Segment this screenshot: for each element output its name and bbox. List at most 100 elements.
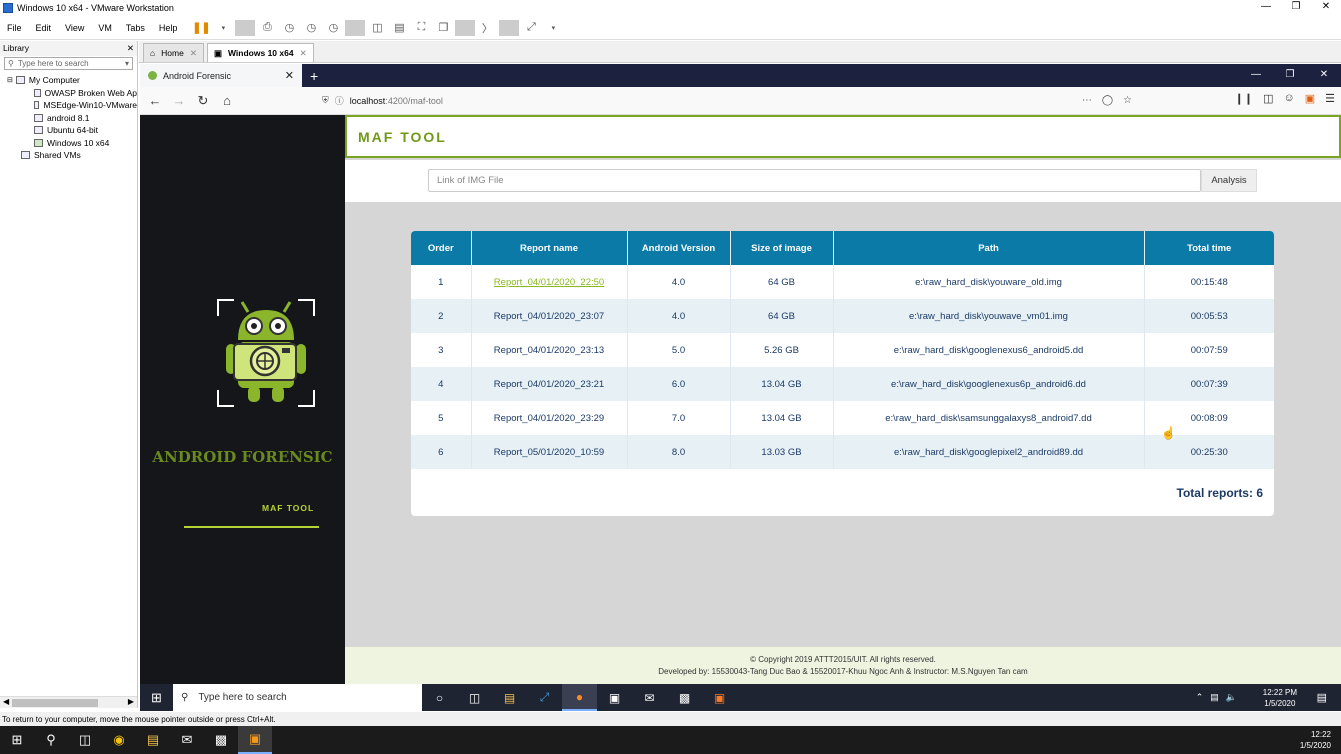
tree-item-my-computer[interactable]: ⊟ My Computer (0, 74, 137, 87)
back-icon[interactable]: ← (143, 93, 167, 108)
tree-item-vm[interactable]: android 8.1 (0, 112, 137, 125)
taskbar-search-box[interactable]: ⚲ Type here to search (173, 684, 422, 711)
task-view-icon[interactable]: ◫ (68, 726, 102, 754)
console-icon[interactable]: 〉 (477, 20, 497, 36)
library-view-icon[interactable]: ◫ (367, 20, 387, 36)
tree-item-vm[interactable]: Windows 10 x64 (0, 137, 137, 150)
notification-icon[interactable]: ▤ (1317, 691, 1327, 704)
revert-snapshot-icon[interactable]: ◷ (301, 20, 321, 36)
chrome-icon[interactable]: ◉ (102, 726, 136, 754)
cell-report-name[interactable]: Report_05/01/2020_10:59 (471, 435, 628, 469)
home-icon[interactable]: ⌂ (215, 93, 239, 108)
menu-icon[interactable]: ☰ (1325, 92, 1335, 105)
task-view-icon[interactable]: ◫ (457, 684, 492, 711)
library-scrollbar[interactable]: ◀ ▶ (0, 696, 137, 708)
table-row[interactable]: 4 Report_04/01/2020_23:21 6.0 13.04 GB e… (411, 367, 1274, 401)
cell-report-name[interactable]: Report_04/01/2020_23:21 (471, 367, 628, 401)
tab-home[interactable]: ⌂ Home ✕ (143, 43, 204, 62)
restore-button[interactable]: ❐ (1281, 0, 1311, 14)
scroll-left-icon[interactable]: ◀ (3, 697, 9, 706)
minimize-button[interactable]: — (1239, 64, 1273, 86)
mail-icon[interactable]: ✉ (632, 684, 667, 711)
more-icon[interactable]: ⋯ (1082, 95, 1092, 106)
restore-button[interactable]: ❐ (1273, 64, 1307, 86)
file-explorer-icon[interactable]: ▤ (136, 726, 170, 754)
windows-start-icon[interactable]: ⊞ (140, 690, 173, 706)
close-button[interactable]: ✕ (1307, 64, 1341, 86)
table-row[interactable]: 6 Report_05/01/2020_10:59 8.0 13.03 GB e… (411, 435, 1274, 469)
snapshot-icon[interactable]: ◷ (279, 20, 299, 36)
network-icon[interactable]: ▤ (1210, 692, 1219, 703)
browser-tab[interactable]: Android Forensic ✕ (140, 64, 302, 87)
info-icon[interactable]: ⓘ (335, 94, 344, 107)
table-row[interactable]: 3 Report_04/01/2020_23:13 5.0 5.26 GB e:… (411, 333, 1274, 367)
close-icon[interactable]: ✕ (300, 48, 307, 59)
dropdown-icon[interactable]: ▾ (213, 20, 233, 36)
menu-help[interactable]: Help (152, 23, 185, 33)
extension-icon[interactable]: ▣ (1305, 92, 1315, 105)
vscode-icon[interactable]: ⤢ (527, 684, 562, 711)
close-button[interactable]: ✕ (1311, 0, 1341, 14)
menu-tabs[interactable]: Tabs (119, 23, 152, 33)
sidebar-icon[interactable]: ◫ (1263, 92, 1273, 105)
menu-edit[interactable]: Edit (29, 23, 59, 33)
collapse-icon[interactable]: ⊟ (7, 76, 13, 84)
report-link[interactable]: Report_04/01/2020_22:50 (494, 277, 604, 288)
volume-icon[interactable]: 🔈 (1226, 692, 1237, 703)
windows-start-icon[interactable]: ⊞ (0, 726, 34, 754)
mail-icon[interactable]: ✉ (170, 726, 204, 754)
xampp-icon[interactable]: ▣ (702, 684, 737, 711)
cell-report-name[interactable]: Report_04/01/2020_23:07 (471, 299, 628, 333)
pocket-icon[interactable]: ◯ (1102, 95, 1113, 106)
img-link-input[interactable] (428, 169, 1201, 192)
minimize-button[interactable]: — (1251, 0, 1281, 14)
table-row[interactable]: 2 Report_04/01/2020_23:07 4.0 64 GB e:\r… (411, 299, 1274, 333)
cell-report-name[interactable]: Report_04/01/2020_23:13 (471, 333, 628, 367)
forward-icon[interactable]: → (167, 93, 191, 108)
library-close-icon[interactable]: ✕ (127, 43, 134, 54)
app-icon[interactable]: ▩ (204, 726, 238, 754)
scroll-right-icon[interactable]: ▶ (128, 697, 134, 706)
host-clock[interactable]: 12:22 1/5/2020 (1300, 729, 1331, 751)
pause-icon[interactable]: ❚❚ (191, 20, 211, 36)
library-search-input[interactable]: ⚲ Type here to search ▾ (4, 57, 133, 70)
menu-view[interactable]: View (58, 23, 91, 33)
shield-icon[interactable]: ⛨ (322, 95, 329, 106)
guest-clock[interactable]: 12:22 PM 1/5/2020 (1263, 687, 1297, 709)
library-icon[interactable]: ❙❙ (1235, 92, 1253, 105)
close-icon[interactable]: ✕ (190, 48, 197, 59)
url-bar[interactable]: ⛨ ⓘ localhost:4200/maf-tool ⋯ ◯ ☆ (316, 90, 1138, 111)
snapshot-manager-icon[interactable]: ◷ (323, 20, 343, 36)
cortana-icon[interactable]: ○ (422, 684, 457, 711)
tab-windows-10[interactable]: ▣ Windows 10 x64 ✕ (206, 43, 314, 62)
vmware-icon[interactable]: ▣ (238, 726, 272, 754)
menu-file[interactable]: File (0, 23, 29, 33)
store-icon[interactable]: ▣ (597, 684, 632, 711)
fullscreen-icon[interactable]: ⛶ (411, 20, 431, 36)
reload-icon[interactable]: ↻ (191, 93, 215, 109)
analysis-button[interactable]: Analysis (1201, 169, 1257, 192)
unity-icon[interactable]: ❐ (433, 20, 453, 36)
thumbnail-view-icon[interactable]: ▤ (389, 20, 409, 36)
tree-item-vm[interactable]: Ubuntu 64-bit (0, 124, 137, 137)
file-explorer-icon[interactable]: ▤ (492, 684, 527, 711)
account-icon[interactable]: ☺ (1283, 92, 1294, 105)
chevron-down-icon[interactable]: ▾ (125, 59, 129, 68)
tree-item-vm[interactable]: MSEdge-Win10-VMware (0, 99, 137, 112)
menu-vm[interactable]: VM (91, 23, 119, 33)
tree-item-shared-vms[interactable]: Shared VMs (0, 149, 137, 162)
send-keys-icon[interactable]: ⎙ (257, 20, 277, 36)
bookmark-star-icon[interactable]: ☆ (1123, 95, 1132, 106)
close-tab-icon[interactable]: ✕ (285, 69, 294, 82)
table-row[interactable]: 5 Report_04/01/2020_23:29 7.0 13.04 GB e… (411, 401, 1274, 435)
dropdown-icon[interactable]: ▾ (543, 20, 563, 36)
table-row[interactable]: 1 Report_04/01/2020_22:50 4.0 64 GB e:\r… (411, 265, 1274, 299)
tree-item-vm[interactable]: OWASP Broken Web Ap (0, 87, 137, 100)
scrollbar-thumb[interactable] (12, 699, 98, 707)
new-tab-button[interactable]: + (302, 64, 326, 87)
cell-report-name[interactable]: Report_04/01/2020_23:29 (471, 401, 628, 435)
firefox-icon[interactable]: ● (562, 684, 597, 711)
chevron-up-icon[interactable]: ⌃ (1196, 692, 1204, 703)
terminal-icon[interactable]: ▩ (667, 684, 702, 711)
search-icon[interactable]: ⚲ (34, 726, 68, 754)
